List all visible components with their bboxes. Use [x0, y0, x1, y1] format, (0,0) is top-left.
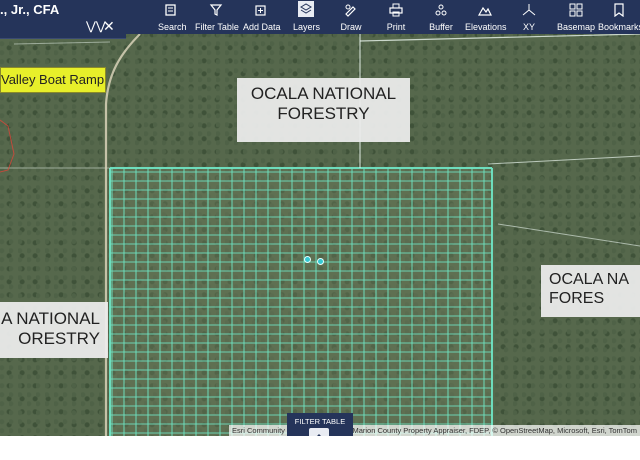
close-icon[interactable]: ✕	[103, 19, 115, 33]
filter-icon	[209, 4, 223, 16]
section-boundary	[497, 223, 640, 247]
parcel-marker[interactable]	[304, 256, 311, 263]
tool-layers[interactable]: Layers	[293, 0, 320, 34]
buffer-icon	[435, 4, 447, 16]
panel-title: ., Jr., CFA	[0, 2, 60, 17]
parcel-marker[interactable]	[317, 258, 324, 265]
parcel-outline-red	[0, 119, 15, 173]
chevron-up-icon[interactable]	[309, 428, 329, 440]
tool-add-data[interactable]: Add Data	[243, 0, 281, 34]
tool-print[interactable]: Print	[386, 0, 406, 34]
forest-label-top: OCALA NATIONAL FORESTRY	[237, 78, 410, 142]
tool-bookmarks[interactable]: Bookmarks	[598, 0, 640, 34]
search-icon	[165, 4, 176, 16]
forest-label-right: OCALA NA FORES	[541, 265, 640, 317]
title-panel: ., Jr., CFA ⋁⋁ ✕	[0, 0, 126, 39]
tool-search[interactable]: Search	[158, 0, 187, 34]
tool-buffer[interactable]: Buffer	[428, 0, 454, 34]
layers-icon	[298, 1, 314, 17]
map-view[interactable]: Valley Boat Ramp OCALA NATIONAL FORESTRY…	[0, 14, 640, 436]
tool-elevations[interactable]: Elevations	[465, 0, 507, 34]
elevations-icon	[478, 6, 492, 16]
tool-draw[interactable]: Draw	[339, 0, 363, 34]
section-boundary	[487, 155, 640, 165]
boat-ramp-label[interactable]: Valley Boat Ramp	[0, 67, 106, 93]
page-footer-strip	[0, 436, 640, 460]
basemap-icon	[569, 3, 583, 17]
bookmarks-icon	[614, 3, 624, 17]
xy-icon	[522, 4, 536, 16]
tool-basemap[interactable]: Basemap	[557, 0, 595, 34]
tool-xy[interactable]: XY	[522, 0, 536, 34]
draw-icon	[345, 4, 356, 17]
forest-label-left: A NATIONAL ORESTRY	[0, 302, 108, 358]
add-data-icon	[255, 5, 266, 16]
print-icon	[389, 3, 403, 17]
section-boundary	[13, 41, 111, 45]
tool-filter-table[interactable]: Filter Table	[195, 0, 239, 34]
section-boundary	[359, 33, 640, 42]
